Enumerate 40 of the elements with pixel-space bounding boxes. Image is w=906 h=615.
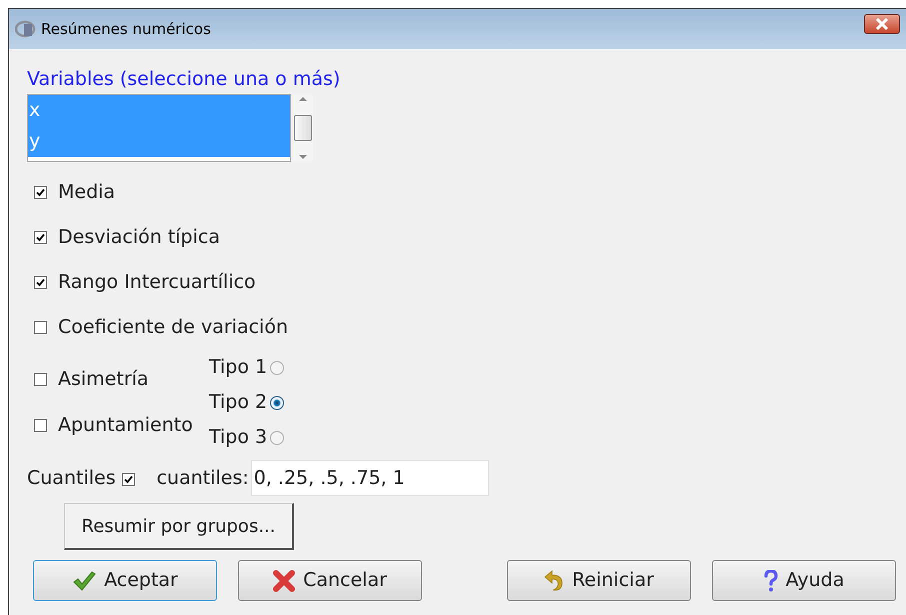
- radio-label: Tipo 1: [209, 355, 268, 380]
- quantiles-field-label: cuantiles:: [156, 466, 249, 491]
- dialog-button[interactable]: Ayuda: [712, 560, 896, 601]
- dialog-button[interactable]: Reiniciar: [507, 560, 691, 601]
- variables-label: Variables (seleccione una o más): [27, 67, 342, 91]
- option-label: Coeficiente de variación: [58, 315, 288, 340]
- close-icon: [875, 18, 889, 30]
- checkbox[interactable]: [122, 472, 135, 486]
- checkbox[interactable]: [34, 321, 47, 334]
- window-title: Resúmenes numéricos: [41, 18, 211, 40]
- scroll-up-icon[interactable]: [299, 97, 307, 101]
- option-label: Desviación típica: [58, 225, 220, 250]
- option-label: Asimetría: [58, 367, 149, 392]
- scroll-down-icon[interactable]: [299, 155, 307, 159]
- checkbox[interactable]: [34, 276, 47, 289]
- scrollbar[interactable]: [293, 94, 313, 162]
- help-icon: [764, 570, 778, 592]
- undo-arrow-icon: [544, 570, 564, 592]
- radio-button[interactable]: [270, 396, 284, 410]
- check-icon: [72, 570, 96, 592]
- close-button[interactable]: [864, 14, 900, 34]
- checkbox[interactable]: [34, 373, 47, 386]
- close-icon: [273, 570, 296, 592]
- option-label: Rango Intercuartílico: [58, 270, 256, 296]
- checkbox[interactable]: [34, 231, 47, 244]
- group-summary-button[interactable]: Resumir por grupos...: [64, 503, 294, 550]
- radio-label: Tipo 3: [209, 425, 268, 450]
- quantiles-field[interactable]: 0, .25, .5, .75, 1: [250, 460, 489, 496]
- app-logo-icon: [15, 20, 37, 38]
- option-label: Apuntamiento: [58, 413, 193, 438]
- dialog-button[interactable]: Aceptar: [33, 560, 217, 601]
- radio-label: Tipo 2: [209, 390, 268, 416]
- scroll-thumb[interactable]: [294, 115, 312, 141]
- radio-button[interactable]: [270, 360, 284, 374]
- radio-button[interactable]: [270, 430, 284, 444]
- checkbox[interactable]: [34, 186, 47, 199]
- checkbox[interactable]: [34, 419, 47, 432]
- quantiles-label: Cuantiles: [27, 466, 116, 491]
- dialog-button[interactable]: Cancelar: [238, 560, 422, 601]
- option-label: Media: [58, 180, 116, 206]
